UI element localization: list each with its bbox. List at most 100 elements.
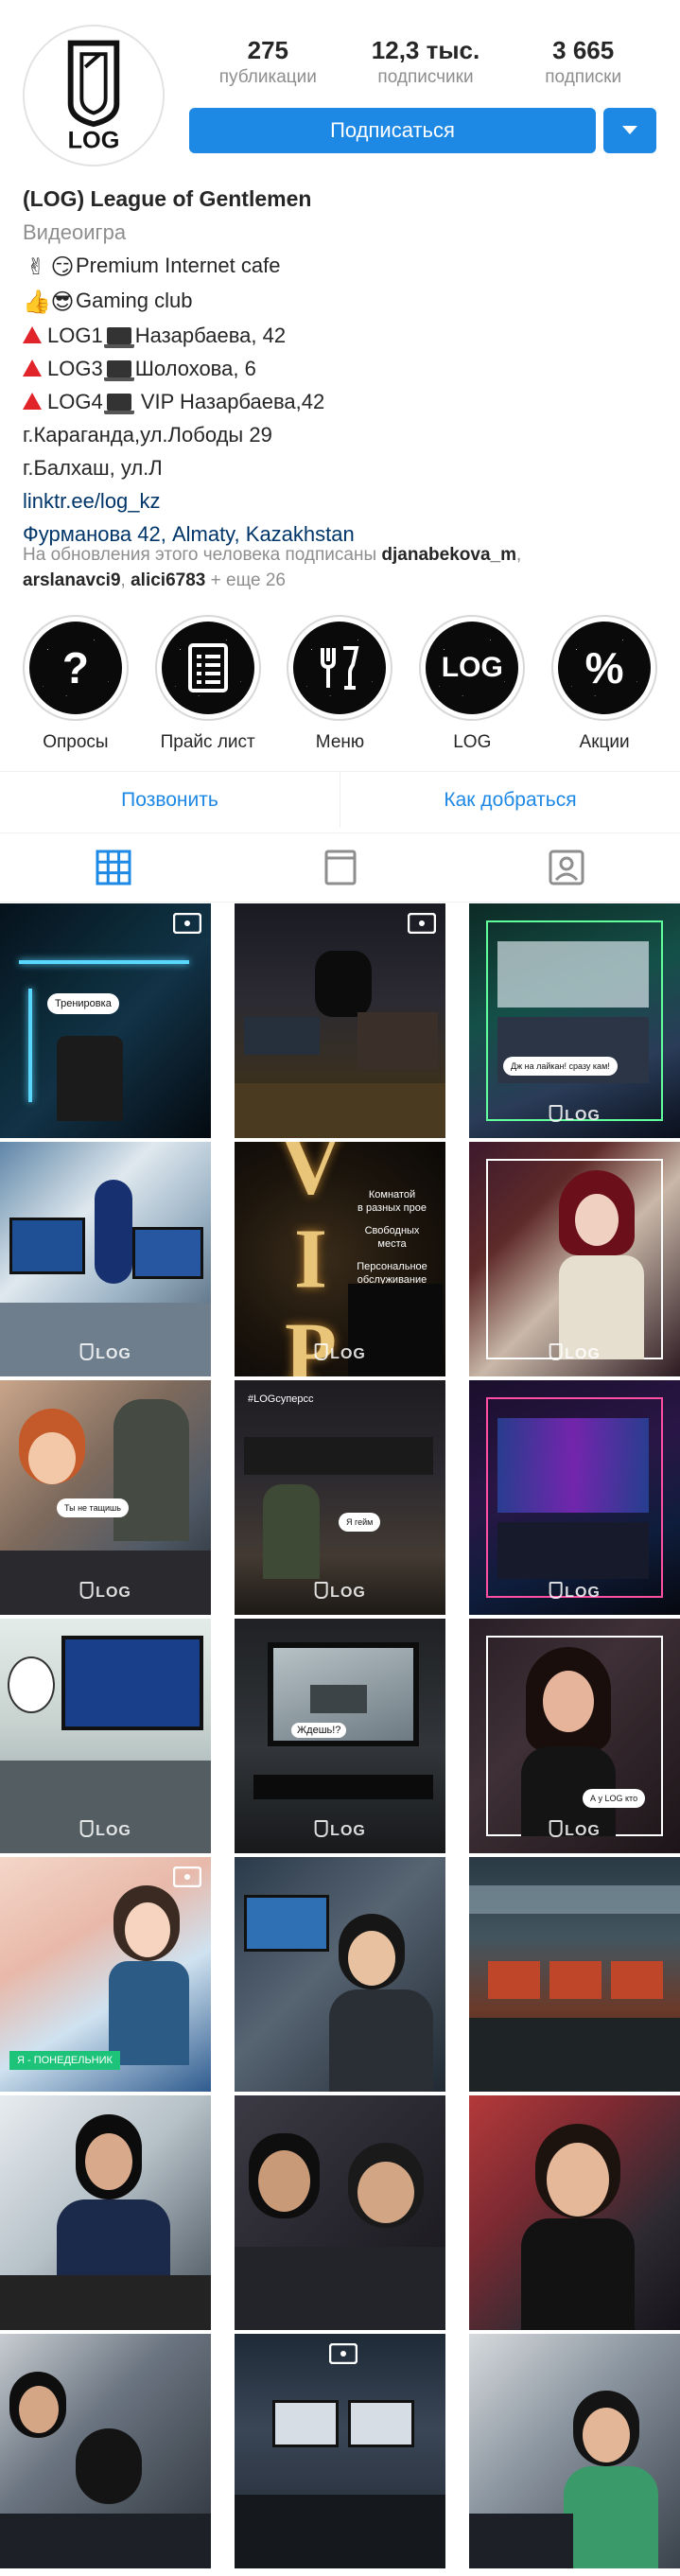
follower-username[interactable]: arslanavci9 xyxy=(23,570,121,590)
follower-username[interactable]: djanabekova_m xyxy=(381,545,516,565)
highlight-price-list[interactable]: Прайс лист xyxy=(151,615,265,757)
price-list-icon xyxy=(187,643,228,692)
highlight-ring: LOG xyxy=(419,615,526,721)
log-watermark: LOG xyxy=(314,1820,366,1840)
story-highlights: ? Опросы Прайс лист Меню LOG LOG % Акции xyxy=(0,615,680,757)
follower-username[interactable]: alici6783 xyxy=(131,570,205,590)
stat-posts[interactable]: 275 публикации xyxy=(189,36,347,93)
post-tile[interactable]: LOG xyxy=(0,1619,211,1853)
post-tile[interactable] xyxy=(0,2334,211,2568)
highlight-cover: % xyxy=(558,622,652,714)
call-button[interactable]: Позвонить xyxy=(0,772,340,828)
post-tile[interactable]: LOG xyxy=(469,1142,680,1376)
bio-text-4b: Шолохова, 6 xyxy=(134,357,256,380)
grid-icon xyxy=(96,850,131,885)
post-tile[interactable]: Тренировка xyxy=(0,903,211,1138)
post-tile[interactable] xyxy=(235,903,445,1138)
log-watermark: LOG xyxy=(549,1343,601,1363)
post-tile[interactable] xyxy=(0,2095,211,2330)
bio-line-5: LOG4 VIP Назарбаева,42 xyxy=(23,385,666,418)
log-logo-icon: LOG xyxy=(25,26,163,165)
profile-category: Видеоигра xyxy=(23,220,127,244)
menu-icon xyxy=(321,646,359,690)
speech-bubble: Я гейм xyxy=(339,1513,381,1532)
post-caption: места xyxy=(377,1238,407,1250)
profile-link[interactable]: linktr.ee/log_kz xyxy=(23,484,666,517)
speech-bubble: Дж на лайкан! сразу кам! xyxy=(503,1057,618,1076)
highlight-label: Прайс лист xyxy=(160,732,255,752)
bio-line-3: LOG1 Назарбаева, 42 xyxy=(23,319,666,352)
post-tile[interactable] xyxy=(235,1857,445,2092)
igtv-icon xyxy=(324,850,356,885)
post-tile[interactable]: Ты не тащишь LOG xyxy=(0,1380,211,1615)
stat-posts-label: публикации xyxy=(218,67,317,87)
bio-line-4: LOG3 Шолохова, 6 xyxy=(23,352,666,385)
sunglasses-face-icon: 😎 xyxy=(50,289,75,315)
suggested-dropdown-button[interactable] xyxy=(603,108,656,153)
profile-bio: (LOG) League of Gentlemen Видеоигра ✌ 😏Pr… xyxy=(23,183,666,551)
post-tile[interactable] xyxy=(469,2095,680,2330)
bio-text-3a: LOG1 xyxy=(47,324,103,347)
bio-text-3b: Назарбаева, 42 xyxy=(134,324,287,347)
post-tile[interactable]: LOG xyxy=(469,1380,680,1615)
highlight-cover: ? xyxy=(28,622,122,714)
highlight-promotions[interactable]: % Акции xyxy=(548,615,661,757)
post-tile[interactable] xyxy=(469,1857,680,2092)
followed-by-text[interactable]: На обновления этого человека подписаны d… xyxy=(23,542,666,593)
red-triangle-icon xyxy=(23,359,42,377)
bio-text-1: Premium Internet cafe xyxy=(76,254,281,277)
highlight-ring: % xyxy=(551,615,658,721)
post-tile[interactable]: VIP Комнатой в разных прое Свободных мес… xyxy=(235,1142,445,1376)
post-tile[interactable]: #LOGсуперсс Я гейм LOG xyxy=(235,1380,445,1615)
follow-button[interactable]: Подписаться xyxy=(189,108,596,153)
chevron-down-icon xyxy=(622,126,637,134)
speech-bubble: А у LOG кто xyxy=(583,1789,646,1808)
highlight-label: Акции xyxy=(579,732,630,752)
tagged-icon xyxy=(549,850,584,885)
bio-line-7: г.Балхаш, ул.Л xyxy=(23,456,163,480)
post-tile[interactable] xyxy=(235,2334,445,2568)
post-tile[interactable]: Ждешь!? LOG xyxy=(235,1619,445,1853)
highlight-label: Меню xyxy=(315,732,365,752)
stat-following[interactable]: 3 665 подписки xyxy=(504,36,662,93)
highlight-cover: LOG xyxy=(426,622,519,714)
post-caption: Я - ПОНЕДЕЛЬНИК xyxy=(9,2051,120,2070)
tab-igtv[interactable] xyxy=(227,833,454,902)
log-watermark: LOG xyxy=(79,1820,131,1840)
percent-icon: % xyxy=(584,643,624,692)
highlight-log[interactable]: LOG LOG xyxy=(415,615,529,757)
highlight-menu[interactable]: Меню xyxy=(283,615,396,757)
post-tile[interactable] xyxy=(235,2095,445,2330)
directions-button[interactable]: Как добраться xyxy=(340,772,680,828)
tab-tagged[interactable] xyxy=(453,833,680,902)
post-tile[interactable]: А у LOG кто LOG xyxy=(469,1619,680,1853)
separator: , xyxy=(120,570,131,590)
post-tile[interactable] xyxy=(469,2334,680,2568)
profile-header: LOG 275 публикации 12,3 тыс. подписчики … xyxy=(0,0,680,184)
profile-avatar[interactable]: LOG xyxy=(23,25,165,166)
tab-grid[interactable] xyxy=(0,833,227,902)
separator: , xyxy=(515,545,522,565)
bio-line-1: ✌ 😏Premium Internet cafe xyxy=(23,249,666,284)
profile-tabs xyxy=(0,832,680,902)
stat-followers[interactable]: 12,3 тыс. подписчики xyxy=(347,36,505,93)
highlight-label: LOG xyxy=(453,732,492,752)
log-watermark: LOG xyxy=(79,1582,131,1602)
post-tile[interactable]: Я - ПОНЕДЕЛЬНИК xyxy=(0,1857,211,2092)
bio-text-4a: LOG3 xyxy=(47,357,103,380)
highlight-cover xyxy=(293,622,387,714)
bio-line-2: 👍😎Gaming club xyxy=(23,284,666,319)
log-icon: LOG xyxy=(441,652,503,683)
log-watermark: LOG xyxy=(549,1820,601,1840)
speech-bubble: Тренировка xyxy=(47,993,119,1014)
highlight-cover xyxy=(161,622,254,714)
stat-followers-label: подписчики xyxy=(377,67,474,87)
post-caption: Комнатой xyxy=(368,1189,416,1200)
video-icon xyxy=(173,913,201,934)
smirk-face-icon: 😏 xyxy=(50,254,75,280)
post-tile[interactable]: LOG xyxy=(0,1142,211,1376)
post-tile[interactable]: Дж на лайкан! сразу кам! LOG xyxy=(469,903,680,1138)
video-icon xyxy=(173,1866,201,1887)
thumbs-up-icon: 👍 xyxy=(23,289,51,315)
highlight-polls[interactable]: ? Опросы xyxy=(19,615,132,757)
